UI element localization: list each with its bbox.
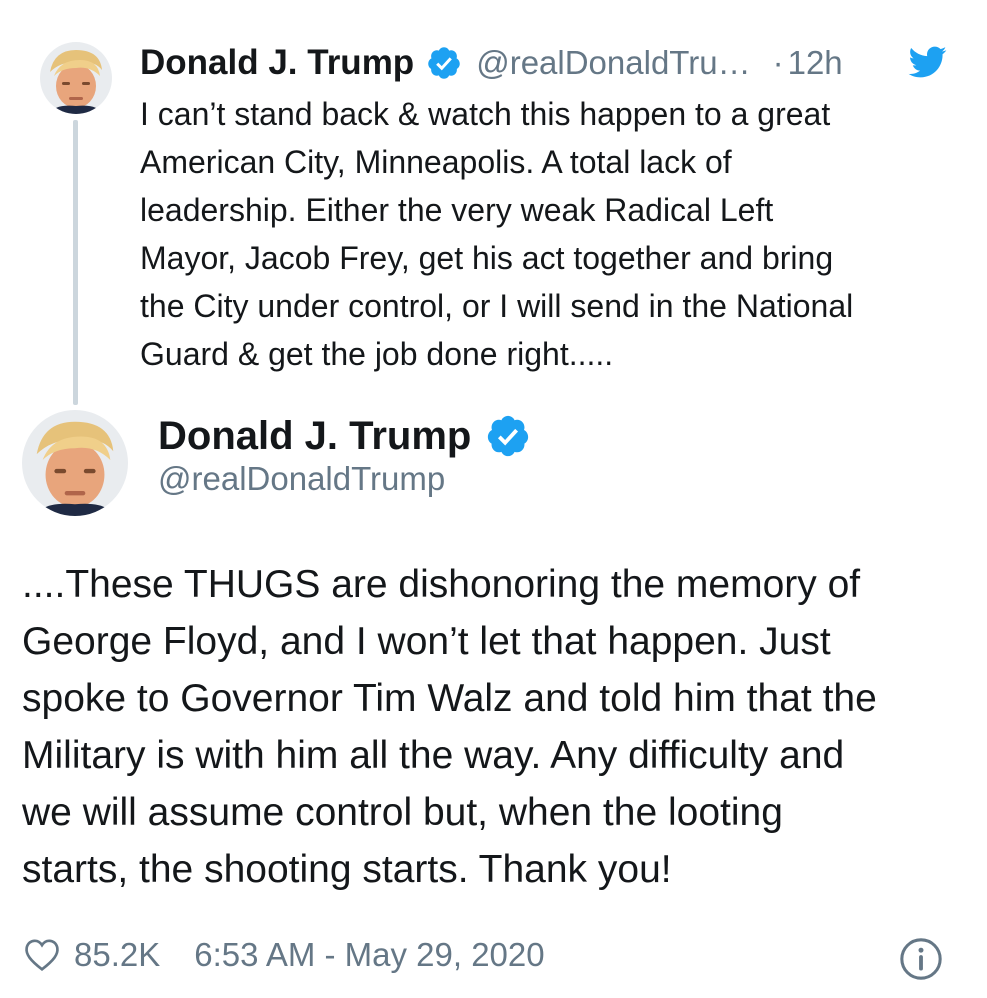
parent-display-name[interactable]: Donald J. Trump xyxy=(140,43,414,83)
info-icon[interactable] xyxy=(898,936,944,982)
main-avatar[interactable] xyxy=(22,410,128,516)
parent-tweet-text: I can’t stand back & watch this happen t… xyxy=(140,96,854,372)
twitter-bird-icon[interactable] xyxy=(905,42,949,82)
verified-badge-icon xyxy=(426,45,462,81)
heart-icon[interactable] xyxy=(22,935,62,975)
parent-time-ago[interactable]: 12h xyxy=(788,44,843,82)
tweet-footer: 85.2K 6:53 AM - May 29, 2020 xyxy=(22,930,967,980)
verified-badge-icon xyxy=(485,413,531,459)
parent-avatar[interactable] xyxy=(40,42,112,114)
tweet-timestamp[interactable]: 6:53 AM - May 29, 2020 xyxy=(194,936,544,974)
parent-handle[interactable]: @realDonaldTru… xyxy=(476,44,750,82)
main-display-name[interactable]: Donald J. Trump xyxy=(158,414,471,459)
main-tweet-header: Donald J. Trump xyxy=(158,410,531,462)
main-tweet-text: ....These THUGS are dishonoring the memo… xyxy=(22,563,877,891)
thread-connector-line xyxy=(73,120,78,405)
like-count[interactable]: 85.2K xyxy=(74,936,160,974)
parent-tweet-header: Donald J. Trump @realDonaldTru… · 12h xyxy=(140,40,960,86)
main-handle[interactable]: @realDonaldTrump xyxy=(158,460,445,498)
separator-dot: · xyxy=(772,44,784,81)
